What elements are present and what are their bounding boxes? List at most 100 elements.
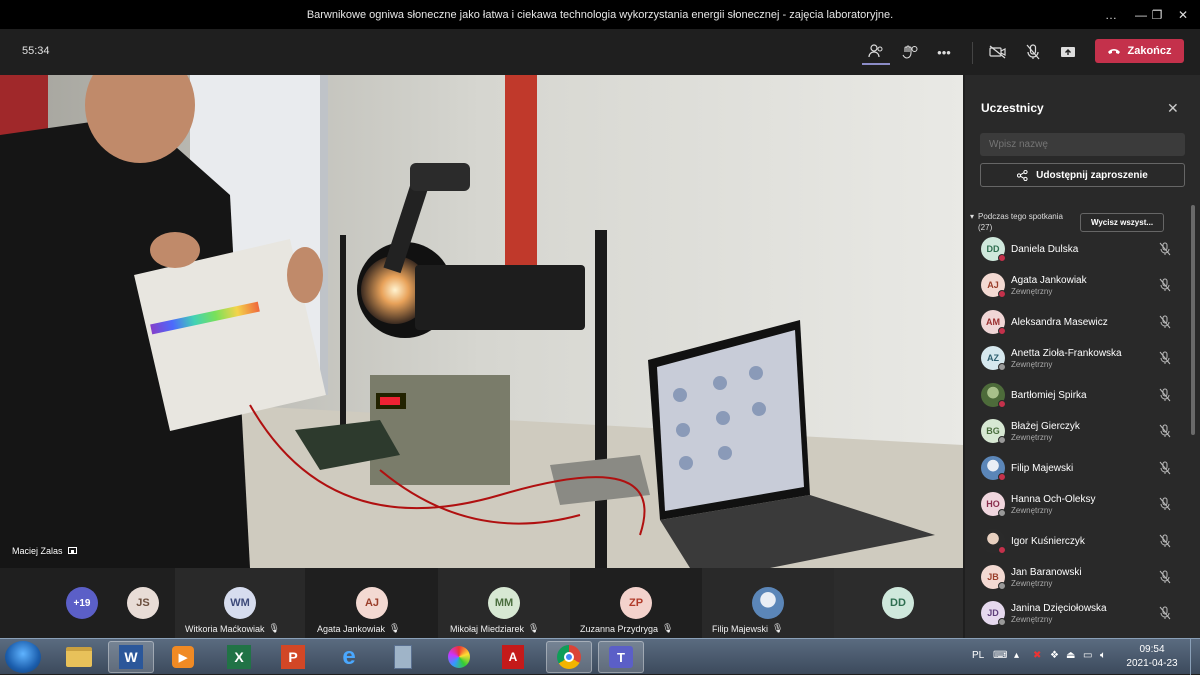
participant-row[interactable]: AM Aleksandra Masewicz [981,308,1186,338]
more-options-icon[interactable]: … [1094,0,1128,29]
mute-all-button[interactable]: Wycisz wszyst... [1080,213,1164,232]
tile-label: Mikołaj Miedziarek 🎙︎ [450,623,539,634]
share-screen-icon[interactable] [1054,39,1082,65]
share-icon [1017,169,1028,181]
mic-muted-icon: 🎙︎ [772,623,784,633]
participant-row[interactable]: AJ Agata Jankowiak Zewnętrzny [981,271,1186,301]
mic-muted-icon[interactable] [1159,388,1171,402]
language-indicator[interactable]: PL [972,650,984,661]
participant-search-input[interactable] [980,133,1185,156]
status-dot [998,290,1006,298]
participant-row[interactable]: JB Jan Baranowski Zewnętrzny [981,563,1186,593]
avatar: MM [488,587,520,619]
participant-name: Jan Baranowski [1011,567,1082,578]
participant-row[interactable]: JD Janina Dzięciołowska Zewnętrzny [981,599,1186,629]
share-invite-label: Udostępnij zaproszenie [1036,169,1148,181]
display-icon[interactable]: ▭ [1083,650,1092,661]
mic-muted-icon[interactable] [1159,242,1171,256]
participant-role: Zewnętrzny [1011,506,1053,515]
lab-video-frame [0,75,963,568]
overflow-participants-badge[interactable]: +19 [66,587,98,619]
mic-muted-icon[interactable] [1159,497,1171,511]
mic-muted-icon[interactable] [1159,570,1171,584]
participant-row[interactable]: HO Hanna Och-Oleksy Zewnętrzny [981,490,1186,520]
excel-icon[interactable]: X [216,641,262,673]
mic-muted-icon[interactable] [1159,461,1171,475]
speaker-name: Maciej Zalas [12,546,63,556]
video-tile-js[interactable]: JS [105,568,175,638]
avatar: DD [882,587,914,619]
share-invite-button[interactable]: Udostępnij zaproszenie [980,163,1185,187]
mic-muted-icon: 🎙︎ [268,623,280,633]
teams-icon[interactable]: T [598,641,644,673]
powerpoint-icon[interactable]: P [270,641,316,673]
status-dot [998,546,1006,554]
video-tile-dd[interactable]: DD [834,568,963,638]
participant-row[interactable]: BG Błażej Gierczyk Zewnętrzny [981,417,1186,447]
usb-icon[interactable]: ⏏ [1066,650,1075,661]
file-explorer-icon[interactable] [56,641,102,673]
camera-off-icon[interactable] [984,39,1012,65]
more-actions-icon[interactable]: ••• [930,39,958,65]
mic-muted-icon[interactable] [1159,606,1171,620]
acrobat-icon[interactable]: A [490,641,536,673]
paint-icon[interactable] [436,641,482,673]
participant-row[interactable]: Igor Kuśnierczyk [981,527,1186,557]
tile-label: Agata Jankowiak 🎙︎ [317,623,400,634]
participant-row[interactable]: AZ Anetta Zioła-Frankowska Zewnętrzny [981,344,1186,374]
video-tile-mm[interactable]: MM Mikołaj Miedziarek 🎙︎ [438,568,570,638]
keyboard-icon[interactable]: ⌨ [993,650,1007,661]
mic-muted-icon[interactable] [1159,351,1171,365]
participant-row[interactable]: Bartłomiej Spirka [981,381,1186,411]
avatar: JS [127,587,159,619]
close-panel-icon[interactable]: ✕ [1167,100,1179,117]
network-warning-icon[interactable]: ✖ [1033,650,1041,661]
video-tile-fm[interactable]: Filip Majewski 🎙︎ [702,568,834,638]
end-call-button[interactable]: Zakończ [1095,39,1184,63]
close-window-button[interactable]: ✕ [1166,0,1200,29]
participant-name: Mikołaj Miedziarek [450,623,525,634]
video-tile-aj[interactable]: AJ Agata Jankowiak 🎙︎ [305,568,438,638]
participant-name: Igor Kuśnierczyk [1011,536,1085,547]
mic-muted-icon[interactable] [1159,315,1171,329]
participant-row[interactable]: Filip Majewski [981,454,1186,484]
show-desktop-button[interactable] [1190,639,1200,675]
participant-name: Zuzanna Przydryga [580,623,659,634]
calculator-icon[interactable] [380,641,426,673]
tray-overflow-icon[interactable]: ▴ [1014,650,1019,661]
video-player-icon[interactable]: ▶ [160,641,206,673]
system-clock[interactable]: 09:54 2021-04-23 [1122,643,1182,671]
section-count: (27) [978,223,993,232]
reactions-icon[interactable] [896,39,924,65]
toolbar-divider [972,42,973,64]
participant-name: Filip Majewski [712,623,769,634]
mic-muted-icon: 🎙︎ [662,623,674,633]
start-button[interactable] [5,641,41,673]
video-tile-zp[interactable]: ZP Zuzanna Przydryga 🎙︎ [570,568,702,638]
mic-muted-icon: 🎙︎ [528,623,540,633]
panel-scrollbar[interactable] [1191,205,1195,435]
phone-hangup-icon [1108,49,1121,54]
participant-role: Zewnętrzny [1011,615,1053,624]
screen-share-indicator-icon [67,547,77,554]
panel-title: Uczestnicy [981,101,1044,115]
mic-muted-icon[interactable] [1159,278,1171,292]
internet-explorer-icon[interactable]: e [326,641,372,673]
mic-muted-icon[interactable] [1159,424,1171,438]
mic-off-icon[interactable] [1019,39,1047,65]
section-header[interactable]: ▾ Podczas tego spotkania (27) [970,211,1063,233]
tile-label: Filip Majewski 🎙︎ [712,623,783,634]
volume-icon[interactable]: 🔈︎ [1100,650,1106,661]
chrome-icon[interactable] [546,641,592,673]
word-icon[interactable]: W [108,641,154,673]
mic-muted-icon[interactable] [1159,534,1171,548]
participant-role: Zewnętrzny [1011,287,1053,296]
end-call-label: Zakończ [1127,45,1172,57]
video-tile-wm[interactable]: WM Witkoria Maćkowiak 🎙︎ [175,568,305,638]
participant-row[interactable]: DD Daniela Dulska [981,235,1186,265]
participants-icon[interactable] [862,39,890,65]
participant-name: Agata Jankowiak [1011,275,1087,286]
participant-role: Zewnętrzny [1011,579,1053,588]
dropbox-icon[interactable]: ❖ [1050,650,1059,661]
status-dot [998,436,1006,444]
